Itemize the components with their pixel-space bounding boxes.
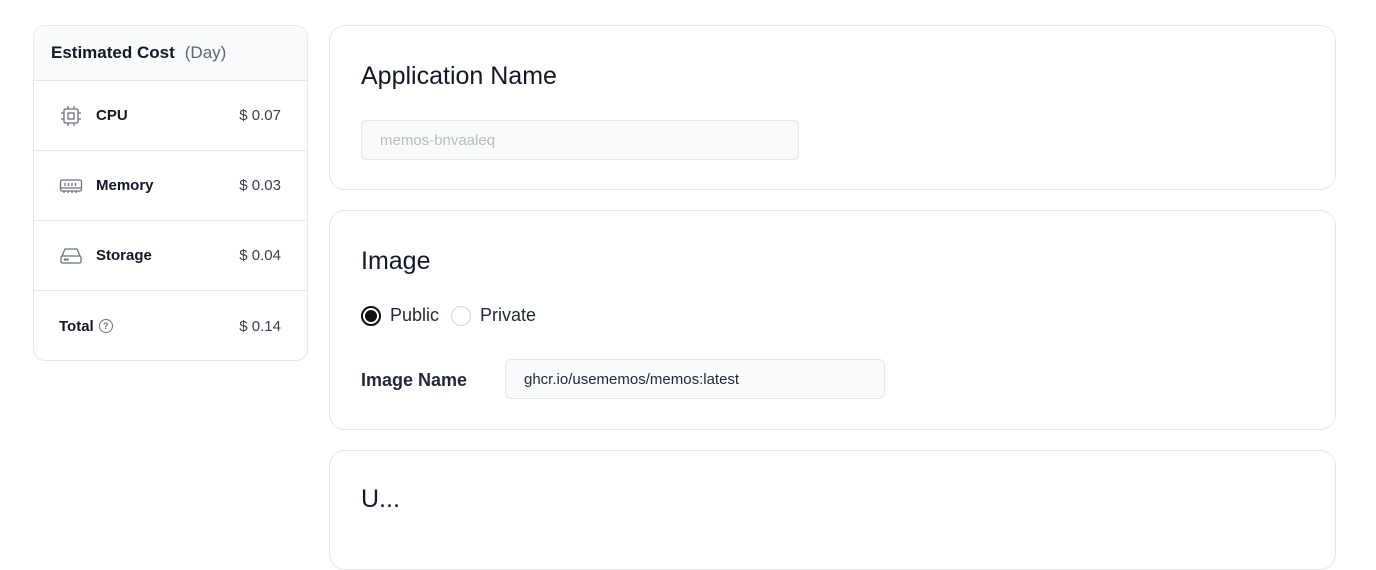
image-name-label: Image Name — [361, 370, 468, 390]
memory-price: $ 0.03 — [239, 177, 281, 194]
radio-private-circle[interactable] — [451, 305, 472, 326]
next-section-title: U... — [361, 485, 400, 513]
application-name-field[interactable] — [361, 120, 799, 160]
application-name-panel: Application Name — [329, 25, 1336, 190]
cost-title: Estimated Cost — [51, 43, 175, 62]
total-price: $ 0.14 — [239, 317, 281, 335]
radio-public[interactable]: Public — [361, 305, 439, 326]
total-label-wrap: Total ? — [59, 318, 239, 335]
image-visibility-radio-group: Public Private — [361, 305, 548, 326]
cost-row-storage: Storage $ 0.04 — [34, 221, 307, 291]
cpu-price: $ 0.07 — [239, 107, 281, 124]
cost-header: Estimated Cost (Day) — [34, 26, 307, 81]
storage-price: $ 0.04 — [239, 247, 281, 264]
radio-public-label[interactable]: Public — [390, 305, 439, 326]
application-name-input[interactable] — [380, 131, 798, 149]
cpu-icon — [59, 104, 83, 128]
storage-icon — [59, 244, 83, 268]
memory-icon — [59, 174, 83, 198]
memory-label: Memory — [96, 177, 154, 194]
radio-private-label[interactable]: Private — [480, 305, 536, 326]
image-name-field[interactable] — [505, 359, 885, 399]
storage-label: Storage — [96, 247, 152, 264]
image-title: Image — [361, 247, 431, 275]
image-name-input[interactable] — [524, 370, 884, 388]
total-label: Total — [59, 317, 94, 335]
next-section-panel: U... — [329, 450, 1336, 570]
estimated-cost-card: Estimated Cost (Day) CPU $ 0.07 Memory $… — [33, 25, 308, 361]
application-name-title: Application Name — [361, 62, 557, 90]
cost-row-memory: Memory $ 0.03 — [34, 151, 307, 221]
cost-period: (Day) — [184, 43, 227, 62]
cost-row-total: Total ? $ 0.14 — [34, 291, 307, 360]
cpu-label: CPU — [96, 107, 128, 124]
radio-public-circle[interactable] — [361, 305, 381, 326]
cost-row-cpu: CPU $ 0.07 — [34, 81, 307, 151]
help-circle-icon[interactable]: ? — [98, 319, 113, 333]
image-panel: Image Public Private Image Name — [329, 210, 1336, 430]
radio-private[interactable]: Private — [451, 305, 536, 326]
